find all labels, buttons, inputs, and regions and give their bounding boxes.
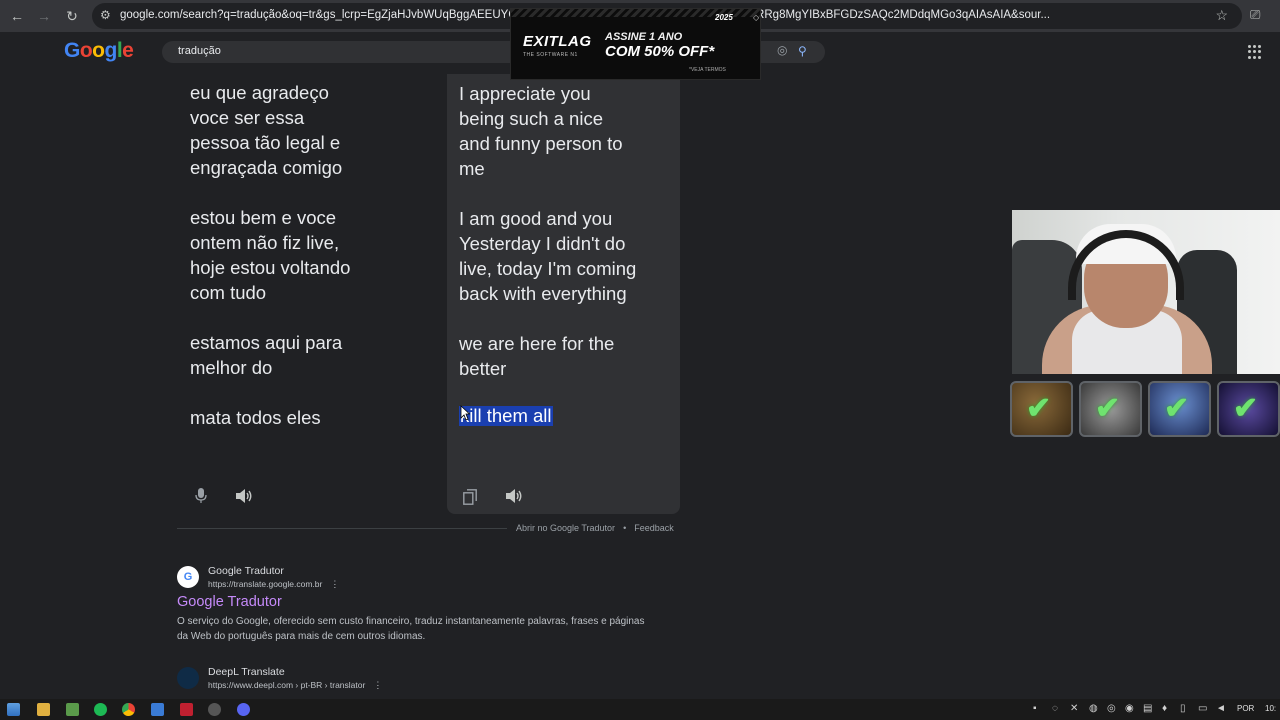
thumbnail-1: ✔ bbox=[1010, 381, 1073, 437]
language-indicator[interactable]: POR bbox=[1237, 704, 1254, 713]
more-options-icon[interactable]: ⋮ bbox=[373, 680, 382, 690]
back-icon[interactable]: ← bbox=[8, 7, 26, 25]
ad-fineprint: *VEJA TERMOS bbox=[689, 67, 726, 73]
mouse-cursor-icon bbox=[460, 405, 470, 421]
target-panel: I appreciate you being such a nice and f… bbox=[447, 74, 680, 514]
tray-tool-icon[interactable]: ✕ bbox=[1070, 703, 1078, 714]
check-icon: ✔ bbox=[1026, 392, 1052, 425]
cast-icon[interactable]: ⎚ bbox=[1250, 7, 1260, 23]
chrome-icon[interactable] bbox=[122, 703, 135, 716]
reload-icon[interactable]: ↻ bbox=[63, 7, 81, 25]
open-translator-link[interactable]: Abrir no Google Tradutor bbox=[516, 523, 615, 533]
exitlag-ad-banner[interactable]: 2025 ◇ EXITLAG THE SOFTWARE N1 ASSINE 1 … bbox=[510, 8, 761, 80]
tray-nvidia-icon[interactable]: ▪ bbox=[1033, 703, 1037, 714]
source-panel: eu que agradeço voce ser essa pessoa tão… bbox=[177, 74, 447, 514]
tray-spotify-icon[interactable]: ◉ bbox=[1125, 703, 1134, 714]
result-url-text[interactable]: https://translate.google.com.br bbox=[208, 579, 322, 589]
start-icon[interactable] bbox=[7, 703, 20, 716]
obs-icon[interactable] bbox=[208, 703, 221, 716]
divider bbox=[177, 528, 507, 529]
webcam-overlay bbox=[1012, 210, 1280, 374]
copy-icon[interactable] bbox=[463, 489, 477, 505]
app-icon[interactable] bbox=[66, 703, 79, 716]
thumbnail-3: ✔ bbox=[1148, 381, 1211, 437]
check-icon: ✔ bbox=[1233, 392, 1259, 425]
tray-app-icon[interactable]: ◌ bbox=[1052, 703, 1058, 714]
result-snippet: O serviço do Google, oferecido sem custo… bbox=[177, 616, 645, 642]
clock[interactable]: 10: bbox=[1265, 704, 1276, 713]
ad-line2: COM 50% OFF* bbox=[605, 43, 715, 60]
listen-source-icon[interactable] bbox=[235, 488, 253, 504]
lens-icon[interactable]: ◎ bbox=[777, 43, 787, 57]
forward-icon[interactable]: → bbox=[35, 7, 53, 25]
discord-icon[interactable] bbox=[237, 703, 250, 716]
achievement-thumbnails: ✔ ✔ ✔ ✔ bbox=[1010, 381, 1280, 439]
ad-brand: EXITLAG bbox=[523, 33, 592, 50]
ad-close-icon[interactable]: ◇ bbox=[753, 13, 759, 22]
tray-usb-icon[interactable]: ▯ bbox=[1180, 703, 1186, 714]
site-info-icon[interactable]: ⚙ bbox=[100, 8, 111, 22]
google-translate-favicon: G bbox=[177, 566, 199, 588]
feedback-link[interactable]: Feedback bbox=[634, 523, 674, 533]
app-icon[interactable] bbox=[151, 703, 164, 716]
google-logo[interactable]: Google bbox=[64, 39, 134, 63]
result-title[interactable]: Google Tradutor bbox=[177, 594, 282, 610]
screen: ← → ↻ ⚙ google.com/search?q=tradução&oq=… bbox=[0, 0, 1280, 720]
check-icon: ✔ bbox=[1095, 392, 1121, 425]
result-url[interactable]: https://translate.google.com.br ⋮ bbox=[208, 579, 339, 590]
more-options-icon[interactable]: ⋮ bbox=[330, 579, 339, 589]
selected-translation-text[interactable]: kill them all bbox=[459, 406, 553, 426]
tray-volume-icon[interactable]: ◄ bbox=[1216, 703, 1226, 714]
source-text[interactable]: eu que agradeço voce ser essa pessoa tão… bbox=[190, 80, 440, 430]
ad-subtitle: THE SOFTWARE N1 bbox=[523, 52, 578, 58]
thumbnail-4: ✔ bbox=[1217, 381, 1280, 437]
tray-steam-icon[interactable]: ◎ bbox=[1107, 703, 1116, 714]
result-url[interactable]: https://www.deepl.com › pt-BR › translat… bbox=[208, 680, 382, 691]
result-site-name[interactable]: Google Tradutor bbox=[208, 565, 284, 577]
tray-mic-icon[interactable]: ♦ bbox=[1162, 703, 1167, 714]
search-icon[interactable]: ⚲ bbox=[798, 44, 807, 58]
target-text[interactable]: I appreciate you being such a nice and f… bbox=[459, 81, 674, 381]
tray-app-icon[interactable]: ▤ bbox=[1143, 703, 1152, 714]
thumbnail-2: ✔ bbox=[1079, 381, 1142, 437]
ad-badge: 2025 bbox=[715, 13, 733, 22]
bookmark-star-icon[interactable]: ☆ bbox=[1215, 7, 1228, 24]
translator-footer: Abrir no Google Tradutor • Feedback bbox=[516, 523, 674, 533]
calendar-icon[interactable] bbox=[180, 703, 193, 716]
search-input[interactable]: tradução bbox=[178, 45, 221, 57]
apps-grid-icon[interactable] bbox=[1248, 45, 1262, 59]
listen-translation-icon[interactable] bbox=[505, 488, 523, 504]
result-site-name[interactable]: DeepL Translate bbox=[208, 666, 285, 678]
tray-app-icon[interactable]: ◍ bbox=[1089, 703, 1098, 714]
deepl-favicon bbox=[177, 667, 199, 689]
microphone-icon[interactable] bbox=[195, 488, 207, 504]
check-icon: ✔ bbox=[1164, 392, 1190, 425]
result-url-text[interactable]: https://www.deepl.com › pt-BR › translat… bbox=[208, 680, 365, 690]
taskbar: ▪ ◌ ✕ ◍ ◎ ◉ ▤ ♦ ▯ ▭ ◄ POR 10: bbox=[0, 699, 1280, 720]
ad-line1: ASSINE 1 ANO bbox=[605, 31, 683, 43]
spotify-icon[interactable] bbox=[94, 703, 107, 716]
file-explorer-icon[interactable] bbox=[37, 703, 50, 716]
tray-network-icon[interactable]: ▭ bbox=[1198, 703, 1207, 714]
